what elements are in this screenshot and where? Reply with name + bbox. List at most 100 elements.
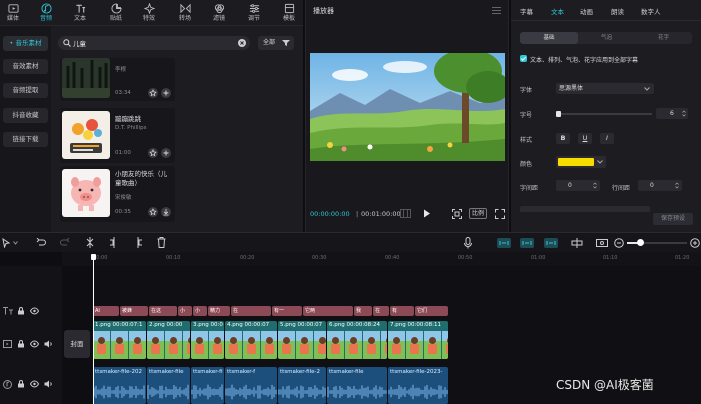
segment-basic[interactable]: 基础 [520,32,578,44]
tab-tts[interactable]: 朗读 [611,6,624,16]
size-slider-handle[interactable] [556,111,561,117]
undo-icon[interactable] [36,238,46,247]
redo-icon[interactable] [60,238,70,247]
bold-button[interactable]: B [556,133,570,144]
audio-clip[interactable]: ttsmaker-file [147,367,190,404]
text-clip[interactable]: 精力 [208,306,230,316]
microphone-icon[interactable] [464,237,472,249]
screenshot-icon[interactable] [596,238,608,248]
zoom-in-icon[interactable] [690,238,700,248]
favorite-button[interactable] [148,148,158,158]
search-bar[interactable]: 儿童 [58,36,250,50]
line-spacing-input[interactable]: 0 [638,180,682,191]
stepper-icon[interactable] [593,182,597,189]
timeline-frames-icon[interactable] [400,209,411,218]
split-right-icon[interactable] [133,237,143,248]
add-button[interactable] [161,88,171,98]
clear-search-button[interactable] [238,39,246,47]
list-item[interactable]: 李根 03:34 [60,58,175,101]
main-track-magnet-button[interactable] [497,238,511,248]
split-icon[interactable] [85,237,95,248]
stepper-icon[interactable] [682,110,686,117]
audio-clip[interactable]: ttsmaker-file-202 [93,367,146,404]
delete-icon[interactable] [157,237,166,248]
text-clip[interactable]: 在这 [149,306,177,316]
fullscreen-icon[interactable] [495,209,505,219]
favorite-button[interactable] [148,88,158,98]
favorite-button[interactable] [148,207,158,217]
letter-spacing-input[interactable]: 0 [556,180,600,191]
timeline-ruler[interactable]: 00:00 00:10 00:20 00:30 00:40 00:50 01:0… [62,252,701,266]
eye-icon[interactable] [30,380,39,388]
aspect-ratio-button[interactable]: 比例 [469,208,487,219]
eye-icon[interactable] [30,340,39,348]
playhead-line[interactable] [93,259,94,404]
preview-axis-icon[interactable] [571,238,583,248]
search-input[interactable]: 儿童 [73,38,86,48]
zoom-out-icon[interactable] [614,238,624,248]
video-clip[interactable]: 3.png 00:0 [191,321,224,359]
text-clip[interactable]: 有 [390,306,414,316]
video-clip[interactable]: 4.png 00:00:07 [225,321,277,359]
size-input[interactable]: 6 [656,108,688,119]
chevron-down-icon[interactable] [13,241,18,245]
video-preview[interactable] [310,53,505,161]
fit-screen-icon[interactable] [452,209,462,219]
segment-fancy[interactable]: 花字 [635,32,692,44]
sidebar-item-link[interactable]: 链接下载 [3,132,48,147]
size-slider-track[interactable] [556,113,652,115]
linkage-button[interactable] [544,238,558,248]
tool-text[interactable]: 文本 [67,1,93,25]
list-item[interactable]: 蹦蹦跳跳 D.T. Phillips 01:00 [60,108,175,163]
text-clip[interactable]: 它两 [303,306,353,316]
sidebar-item-music[interactable]: • 音乐素材 [3,36,48,51]
tab-subtitle[interactable]: 字幕 [520,6,533,16]
sidebar-item-sfx[interactable]: 音效素材 [3,59,48,74]
text-clip[interactable]: 在 [373,306,389,316]
audio-clip[interactable]: ttsmaker-file-2023- [388,367,448,404]
zoom-slider-handle[interactable] [637,239,644,246]
lock-icon[interactable] [17,340,25,348]
menu-icon[interactable] [492,7,501,14]
text-clip[interactable]: 它们 [415,306,448,316]
audio-clip[interactable]: ttsmaker-file-2 [278,367,326,404]
tool-media[interactable]: 媒体 [0,1,26,25]
tab-animation[interactable]: 动画 [580,6,593,16]
font-select[interactable]: 思源黑体 [556,83,654,94]
tool-audio[interactable]: 音频 [33,1,59,25]
snap-button[interactable] [520,238,534,248]
cover-button[interactable]: 封面 [64,330,90,358]
sidebar-item-douyin[interactable]: 抖音收藏 [3,108,48,123]
text-clip[interactable]: 小 [178,306,192,316]
video-clip[interactable]: 1.png 00:00:07:1 [93,321,146,359]
tool-transition[interactable]: 转场 [172,1,198,25]
save-preset-button[interactable]: 保存预设 [653,213,693,225]
tab-text[interactable]: 文本 [551,6,564,16]
apply-all-checkbox[interactable] [520,55,527,62]
text-clip[interactable]: 我 [354,306,372,316]
stepper-icon[interactable] [675,182,679,189]
tool-template[interactable]: 模板 [276,1,302,25]
play-icon[interactable] [423,209,431,218]
add-button[interactable] [161,148,171,158]
split-left-icon[interactable] [109,237,119,248]
tool-sticker[interactable]: 贴纸 [103,1,129,25]
color-picker[interactable] [556,156,606,168]
audio-clip[interactable]: ttsmaker-f [225,367,277,404]
segment-bubble[interactable]: 气泡 [578,32,635,44]
lock-icon[interactable] [17,307,25,315]
volume-icon[interactable] [44,380,53,388]
list-item[interactable]: 小朋友的快乐（儿童歌曲） 宋俊敏 00:35 [60,166,175,222]
tool-effects[interactable]: 特效 [136,1,162,25]
tool-adjust[interactable]: 调节 [241,1,267,25]
eye-icon[interactable] [30,307,39,315]
sidebar-item-extract[interactable]: 音频提取 [3,83,48,98]
italic-button[interactable]: I [600,133,614,144]
download-button[interactable] [161,207,171,217]
video-clip[interactable]: 5.png 00:00:07 [278,321,326,359]
volume-icon[interactable] [44,340,53,348]
audio-clip[interactable]: ttsmaker-fi [191,367,224,404]
underline-button[interactable]: U [578,133,592,144]
video-clip[interactable]: 6.png 00:00:08:24 [327,321,387,359]
tool-filter[interactable]: 滤镜 [206,1,232,25]
